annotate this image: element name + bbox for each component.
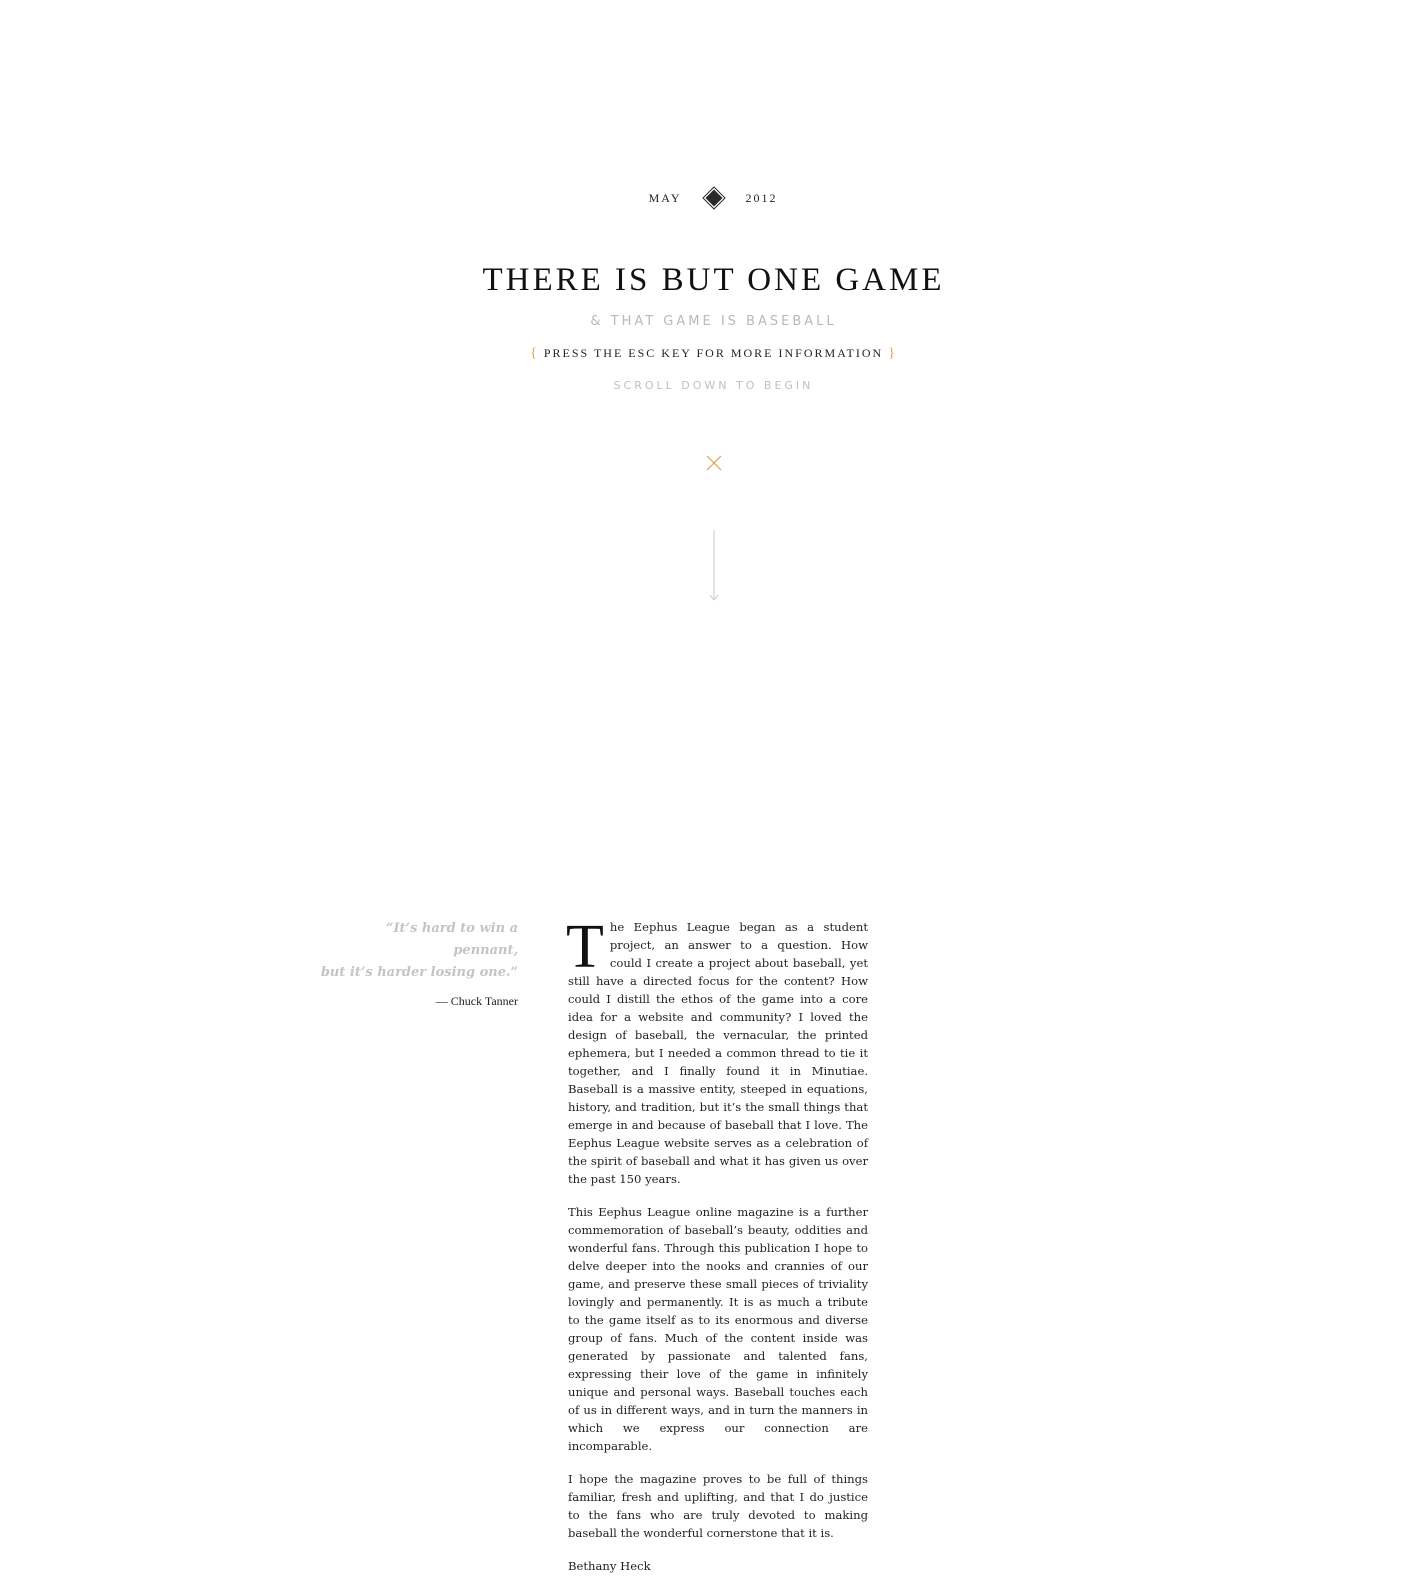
article-paragraph-1-text: he Eephus League began as a student proj… bbox=[568, 920, 868, 1186]
diamond-icon bbox=[701, 186, 726, 210]
pull-quote: “It’s hard to win a pennant, but it’s ha… bbox=[318, 918, 518, 1009]
esc-hint: { PRESS THE ESC KEY FOR MORE INFORMATION… bbox=[0, 346, 1427, 362]
article-paragraph-3: I hope the magazine proves to be full of… bbox=[568, 1472, 868, 1540]
article-body: The Eephus League began as a student pro… bbox=[566, 913, 868, 1590]
quote-author: — Chuck Tanner bbox=[435, 994, 518, 1008]
date-month: MAY bbox=[648, 190, 682, 205]
date-year: 2012 bbox=[745, 190, 778, 205]
arrow-down-icon[interactable] bbox=[708, 530, 720, 602]
dateline: MAY 2012 bbox=[0, 186, 1427, 210]
article-paragraph-1: The Eephus League began as a student pro… bbox=[566, 913, 868, 1188]
article-paragraph-2: This Eephus League online magazine is a … bbox=[568, 1205, 868, 1453]
scroll-hint: SCROLL DOWN TO BEGIN bbox=[613, 379, 814, 392]
page-title: THERE IS BUT ONE GAME bbox=[482, 262, 945, 298]
quote-line-1: “It’s hard to win a pennant, bbox=[385, 921, 518, 958]
quote-text: “It’s hard to win a pennant, but it’s ha… bbox=[318, 918, 518, 984]
close-icon[interactable] bbox=[706, 455, 722, 471]
esc-hint-close-brace: } bbox=[888, 346, 897, 361]
esc-hint-text: PRESS THE ESC KEY FOR MORE INFORMATION bbox=[543, 346, 884, 360]
quote-line-2: but it’s harder losing one.” bbox=[320, 965, 518, 980]
drop-cap: T bbox=[566, 913, 604, 981]
page-subtitle: & THAT GAME IS BASEBALL bbox=[590, 314, 837, 329]
article-signature: Bethany Heck bbox=[568, 1559, 651, 1573]
esc-hint-open-brace: { bbox=[530, 346, 539, 361]
